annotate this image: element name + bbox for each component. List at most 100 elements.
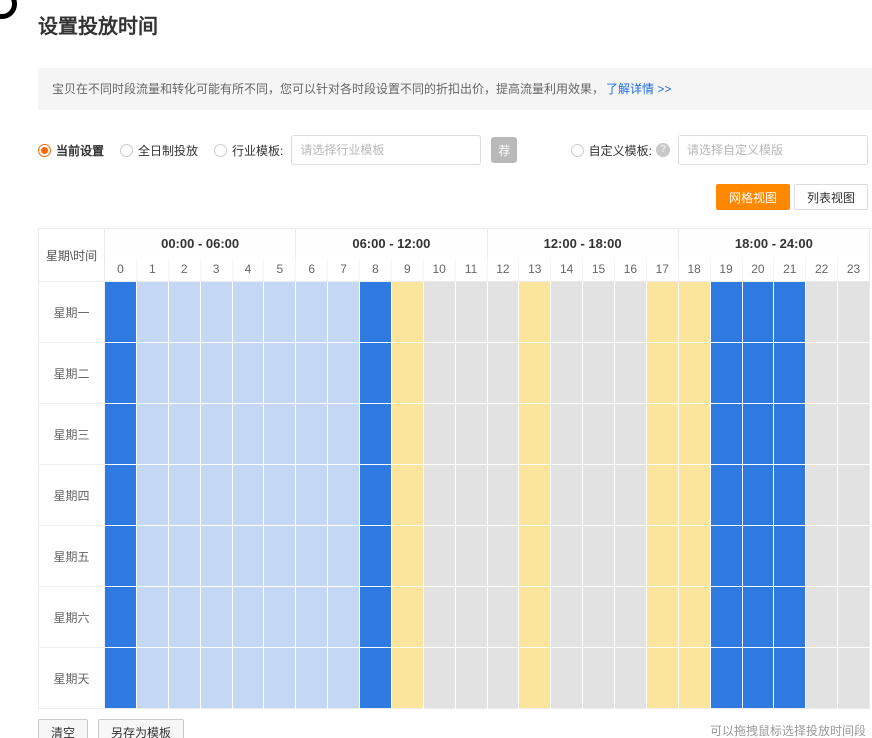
schedule-cell[interactable] — [774, 587, 806, 648]
schedule-cell[interactable] — [391, 282, 423, 343]
schedule-cell[interactable] — [232, 343, 264, 404]
schedule-cell[interactable] — [168, 282, 200, 343]
save-as-template-button[interactable]: 另存为模板 — [98, 719, 184, 738]
schedule-cell[interactable] — [838, 526, 870, 587]
schedule-cell[interactable] — [264, 648, 296, 709]
schedule-cell[interactable] — [200, 404, 232, 465]
schedule-cell[interactable] — [296, 587, 328, 648]
schedule-cell[interactable] — [136, 282, 168, 343]
schedule-cell[interactable] — [105, 465, 137, 526]
schedule-cell[interactable] — [328, 404, 360, 465]
schedule-cell[interactable] — [200, 587, 232, 648]
schedule-cell[interactable] — [487, 465, 519, 526]
schedule-cell[interactable] — [487, 404, 519, 465]
schedule-cell[interactable] — [806, 648, 838, 709]
schedule-cell[interactable] — [296, 465, 328, 526]
schedule-cell[interactable] — [646, 465, 678, 526]
schedule-cell[interactable] — [710, 587, 742, 648]
schedule-cell[interactable] — [838, 465, 870, 526]
schedule-cell[interactable] — [423, 404, 455, 465]
schedule-cell[interactable] — [423, 587, 455, 648]
schedule-cell[interactable] — [519, 526, 551, 587]
schedule-cell[interactable] — [615, 343, 647, 404]
schedule-cell[interactable] — [360, 587, 392, 648]
schedule-cell[interactable] — [232, 404, 264, 465]
schedule-cell[interactable] — [742, 343, 774, 404]
schedule-cell[interactable] — [105, 404, 137, 465]
schedule-cell[interactable] — [232, 587, 264, 648]
schedule-cell[interactable] — [551, 526, 583, 587]
schedule-cell[interactable] — [583, 404, 615, 465]
option-industry[interactable]: 行业模板: — [214, 142, 283, 159]
schedule-cell[interactable] — [264, 343, 296, 404]
schedule-cell[interactable] — [168, 587, 200, 648]
schedule-cell[interactable] — [551, 404, 583, 465]
schedule-cell[interactable] — [360, 282, 392, 343]
schedule-cell[interactable] — [360, 465, 392, 526]
schedule-cell[interactable] — [423, 648, 455, 709]
schedule-cell[interactable] — [328, 465, 360, 526]
schedule-cell[interactable] — [774, 343, 806, 404]
schedule-cell[interactable] — [105, 526, 137, 587]
schedule-cell[interactable] — [710, 648, 742, 709]
schedule-cell[interactable] — [615, 404, 647, 465]
schedule-cell[interactable] — [136, 465, 168, 526]
schedule-cell[interactable] — [136, 404, 168, 465]
schedule-cell[interactable] — [264, 404, 296, 465]
schedule-cell[interactable] — [838, 404, 870, 465]
schedule-cell[interactable] — [455, 648, 487, 709]
schedule-cell[interactable] — [678, 526, 710, 587]
option-current[interactable]: 当前设置 — [38, 142, 104, 159]
schedule-cell[interactable] — [455, 465, 487, 526]
schedule-cell[interactable] — [710, 343, 742, 404]
schedule-cell[interactable] — [487, 343, 519, 404]
schedule-cell[interactable] — [710, 465, 742, 526]
schedule-cell[interactable] — [615, 526, 647, 587]
schedule-table[interactable]: 星期\时间00:00 - 06:0006:00 - 12:0012:00 - 1… — [38, 228, 870, 709]
schedule-cell[interactable] — [455, 282, 487, 343]
schedule-cell[interactable] — [423, 343, 455, 404]
schedule-cell[interactable] — [551, 465, 583, 526]
schedule-cell[interactable] — [136, 587, 168, 648]
schedule-cell[interactable] — [328, 526, 360, 587]
schedule-cell[interactable] — [615, 282, 647, 343]
schedule-cell[interactable] — [360, 526, 392, 587]
schedule-cell[interactable] — [487, 282, 519, 343]
schedule-cell[interactable] — [487, 648, 519, 709]
help-icon[interactable]: ? — [656, 143, 670, 157]
schedule-cell[interactable] — [519, 465, 551, 526]
schedule-cell[interactable] — [678, 404, 710, 465]
schedule-cell[interactable] — [136, 526, 168, 587]
schedule-cell[interactable] — [264, 465, 296, 526]
schedule-cell[interactable] — [519, 282, 551, 343]
schedule-cell[interactable] — [583, 526, 615, 587]
schedule-cell[interactable] — [200, 526, 232, 587]
schedule-cell[interactable] — [105, 587, 137, 648]
schedule-cell[interactable] — [296, 648, 328, 709]
schedule-cell[interactable] — [519, 404, 551, 465]
schedule-cell[interactable] — [838, 587, 870, 648]
schedule-cell[interactable] — [678, 465, 710, 526]
custom-template-input[interactable] — [678, 135, 868, 165]
schedule-cell[interactable] — [583, 282, 615, 343]
schedule-cell[interactable] — [551, 282, 583, 343]
schedule-cell[interactable] — [423, 526, 455, 587]
schedule-cell[interactable] — [391, 343, 423, 404]
schedule-cell[interactable] — [391, 587, 423, 648]
schedule-cell[interactable] — [519, 343, 551, 404]
schedule-cell[interactable] — [360, 343, 392, 404]
schedule-cell[interactable] — [423, 282, 455, 343]
schedule-cell[interactable] — [774, 465, 806, 526]
schedule-cell[interactable] — [710, 404, 742, 465]
industry-template-input[interactable] — [291, 135, 481, 165]
schedule-cell[interactable] — [328, 587, 360, 648]
schedule-cell[interactable] — [646, 526, 678, 587]
schedule-cell[interactable] — [168, 343, 200, 404]
schedule-cell[interactable] — [838, 343, 870, 404]
schedule-cell[interactable] — [678, 587, 710, 648]
schedule-cell[interactable] — [742, 465, 774, 526]
schedule-cell[interactable] — [646, 404, 678, 465]
schedule-cell[interactable] — [264, 526, 296, 587]
schedule-cell[interactable] — [136, 343, 168, 404]
schedule-cell[interactable] — [200, 282, 232, 343]
